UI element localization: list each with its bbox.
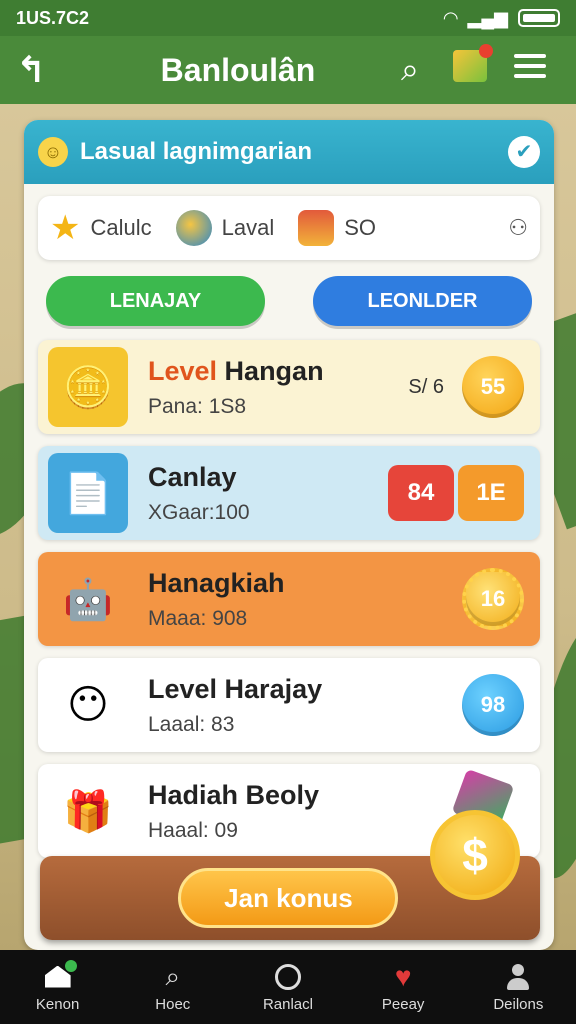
tab-bar: LENAJAY LEONLDER	[46, 276, 532, 326]
machine-icon: 🤖	[63, 577, 113, 622]
value-coin[interactable]: 16	[462, 568, 524, 630]
nav-label: Kenon	[35, 995, 80, 1013]
stat-label: Laval	[221, 215, 275, 240]
bonus-button[interactable]: Jan konus	[178, 868, 399, 928]
tab-leonlder[interactable]: LEONLDER	[313, 276, 532, 326]
panel-header: ☺ Lasual lagnimgarian ✔	[24, 120, 554, 184]
value-coin[interactable]: 98	[462, 674, 524, 736]
item-sub: XGaar:100	[148, 500, 250, 524]
search-icon[interactable]: ⌕	[380, 51, 440, 89]
person-icon	[506, 963, 530, 990]
stat-value: SO	[344, 215, 377, 240]
battery-icon	[518, 9, 560, 27]
nav-label: Peeay	[381, 995, 425, 1013]
heart-icon: ♥	[394, 960, 412, 992]
nav-circle[interactable]: Ranlacl	[238, 962, 338, 1013]
coin-face-icon: 😶	[67, 683, 109, 727]
list-item[interactable]: 🤖 Hanagkiah Maaa: 908 16	[38, 552, 540, 646]
nav-label: Hoec	[155, 995, 191, 1013]
item-name: Hanagkiah	[148, 567, 285, 598]
search-icon: ⌕	[165, 960, 181, 991]
status-time: 1US.7C2	[16, 7, 90, 28]
menu-icon[interactable]	[500, 48, 560, 92]
gift-box-icon[interactable]	[440, 44, 500, 90]
stat-label: Calulc	[90, 215, 152, 240]
paper-icon: 📄	[48, 453, 128, 533]
status-bar: 1US.7C2 ◠ ▂▄▆	[0, 0, 576, 36]
nav-label: Deilons	[493, 995, 544, 1013]
stats-bar: ★ Calulc Laval SO ⚇	[38, 196, 540, 260]
item-name: Canlay	[148, 461, 237, 492]
basket-icon	[298, 210, 335, 246]
nav-home[interactable]: Kenon	[8, 959, 108, 1013]
wifi-icon: ◠	[443, 7, 458, 28]
dollar-coin-icon: $	[430, 810, 520, 900]
item-extra: S/ 6	[408, 375, 444, 398]
item-name: Level Harajay	[148, 673, 323, 704]
list-item[interactable]: 🪙 Level Hangan Pana: 1S8 S/ 6 55	[38, 340, 540, 434]
check-icon[interactable]: ✔	[508, 136, 540, 168]
page-title: Banloulân	[160, 51, 316, 88]
nav-favorites[interactable]: ♥ Peeay	[353, 960, 453, 1013]
value-badge[interactable]: 1E	[458, 465, 524, 521]
panel-title: Lasual lagnimgarian	[80, 138, 313, 165]
star-icon: ★	[50, 209, 81, 247]
nav-label: Ranlacl	[262, 995, 313, 1013]
tab-lenajay[interactable]: LENAJAY	[46, 276, 265, 326]
value-coin[interactable]: 55	[462, 356, 524, 418]
item-name: Level Hangan	[148, 355, 324, 386]
globe-icon	[175, 210, 212, 246]
item-sub: Pana: 1S8	[148, 394, 247, 418]
circle-icon	[274, 963, 301, 990]
nav-profile[interactable]: Deilons	[468, 962, 568, 1013]
list-item[interactable]: 📄 Canlay XGaar:100 84 1E	[38, 446, 540, 540]
nav-search[interactable]: ⌕ Hoec	[123, 960, 223, 1013]
friends-icon[interactable]: ⚇	[508, 215, 528, 241]
signal-icon: ▂▄▆	[467, 7, 508, 28]
value-badge[interactable]: 84	[388, 465, 454, 521]
back-arrow-icon[interactable]: ↰	[16, 49, 56, 91]
item-sub: Laaal: 83	[148, 712, 235, 736]
bottom-nav: Kenon ⌕ Hoec Ranlacl ♥ Peeay Deilons	[0, 950, 576, 1024]
app-header: ↰ Banloulân ⌕	[0, 36, 576, 104]
item-sub: Maaa: 908	[148, 606, 248, 630]
toy-icon: 🎁	[63, 789, 113, 834]
list-item[interactable]: 😶 Level Harajay Laaal: 83 98	[38, 658, 540, 752]
coin-stack-icon: 🪙	[48, 347, 128, 427]
smiley-icon: ☺	[38, 137, 68, 167]
